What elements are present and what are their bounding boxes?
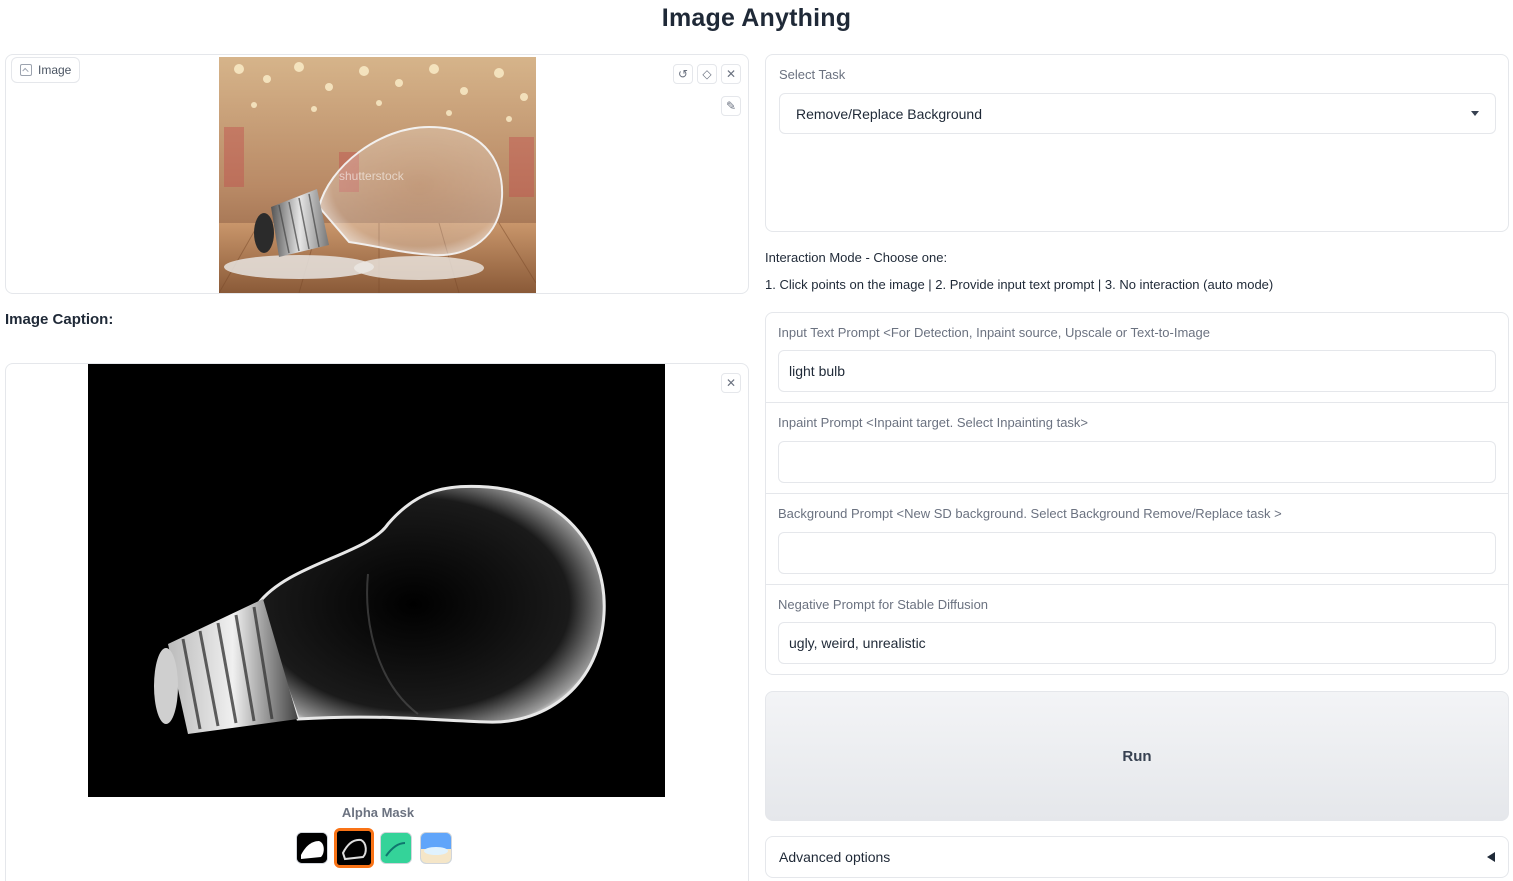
mask-thumb-graphic: [297, 833, 327, 863]
interaction-mode-description: 1. Click points on the image | 2. Provid…: [765, 277, 1274, 292]
advanced-options-accordion[interactable]: Advanced options: [765, 836, 1509, 878]
select-task-panel: Select Task Remove/Replace Background: [765, 54, 1509, 232]
input-text-prompt-block: Input Text Prompt <For Detection, Inpain…: [766, 313, 1508, 403]
alpha-mask-image[interactable]: [88, 364, 665, 797]
undo-icon[interactable]: ↺: [673, 64, 693, 84]
image-tag: Image: [11, 57, 81, 83]
negative-prompt-field[interactable]: [778, 622, 1496, 664]
eraser-icon[interactable]: ◇: [697, 64, 717, 84]
negative-prompt-label: Negative Prompt for Stable Diffusion: [778, 597, 989, 612]
brush-icon[interactable]: ✎: [721, 96, 741, 116]
alpha-thumb-graphic: [337, 831, 371, 865]
run-button[interactable]: Run: [765, 691, 1509, 821]
page-title: Image Anything: [661, 4, 852, 32]
background-prompt-label: Background Prompt <New SD background. Se…: [778, 506, 1282, 521]
thumbnail-new-background[interactable]: [420, 832, 452, 864]
output-gallery: ✕ Alpha Mask: [5, 363, 749, 881]
image-caption-label: Image Caption:: [5, 311, 114, 328]
inpaint-prompt-block: Inpaint Prompt <Inpaint target. Select I…: [766, 403, 1508, 494]
inpaint-prompt-field[interactable]: [778, 441, 1496, 483]
input-image[interactable]: shutterstock: [219, 57, 536, 293]
image-icon: [20, 64, 32, 76]
advanced-options-label: Advanced options: [779, 849, 891, 865]
overlay-thumb-graphic: [381, 833, 411, 863]
collapse-arrow-icon: [1487, 852, 1495, 862]
close-icon[interactable]: ✕: [721, 64, 741, 84]
thumbnail-alpha-mask[interactable]: [334, 828, 374, 868]
task-selected-value: Remove/Replace Background: [796, 105, 982, 122]
input-image-panel[interactable]: Image shutterstock ↺ ◇ ✕ ✎: [5, 54, 749, 294]
input-text-prompt-label: Input Text Prompt <For Detection, Inpain…: [778, 325, 1210, 340]
image-tag-label: Image: [38, 63, 72, 77]
thumbnail-strip: [296, 828, 452, 868]
close-icon[interactable]: ✕: [721, 373, 741, 393]
task-dropdown[interactable]: Remove/Replace Background: [779, 93, 1496, 134]
thumbnail-green-overlay[interactable]: [380, 832, 412, 864]
select-task-label: Select Task: [779, 67, 846, 82]
interaction-mode-title: Interaction Mode - Choose one:: [765, 250, 948, 265]
negative-prompt-block: Negative Prompt for Stable Diffusion: [766, 585, 1508, 674]
background-thumb-graphic: [421, 833, 451, 863]
chevron-down-icon: [1471, 111, 1479, 116]
alpha-mask-bulb: [154, 484, 606, 734]
background-prompt-field[interactable]: [778, 532, 1496, 574]
thumbnail-mask-black-white[interactable]: [296, 832, 328, 864]
background-prompt-block: Background Prompt <New SD background. Se…: [766, 494, 1508, 585]
inpaint-prompt-label: Inpaint Prompt <Inpaint target. Select I…: [778, 415, 1089, 430]
light-bulb-photo: shutterstock: [219, 57, 536, 293]
input-text-prompt-field[interactable]: [778, 350, 1496, 392]
watermark-text: shutterstock: [339, 169, 405, 183]
gallery-caption: Alpha Mask: [341, 805, 415, 820]
prompts-panel: Input Text Prompt <For Detection, Inpain…: [765, 312, 1509, 675]
